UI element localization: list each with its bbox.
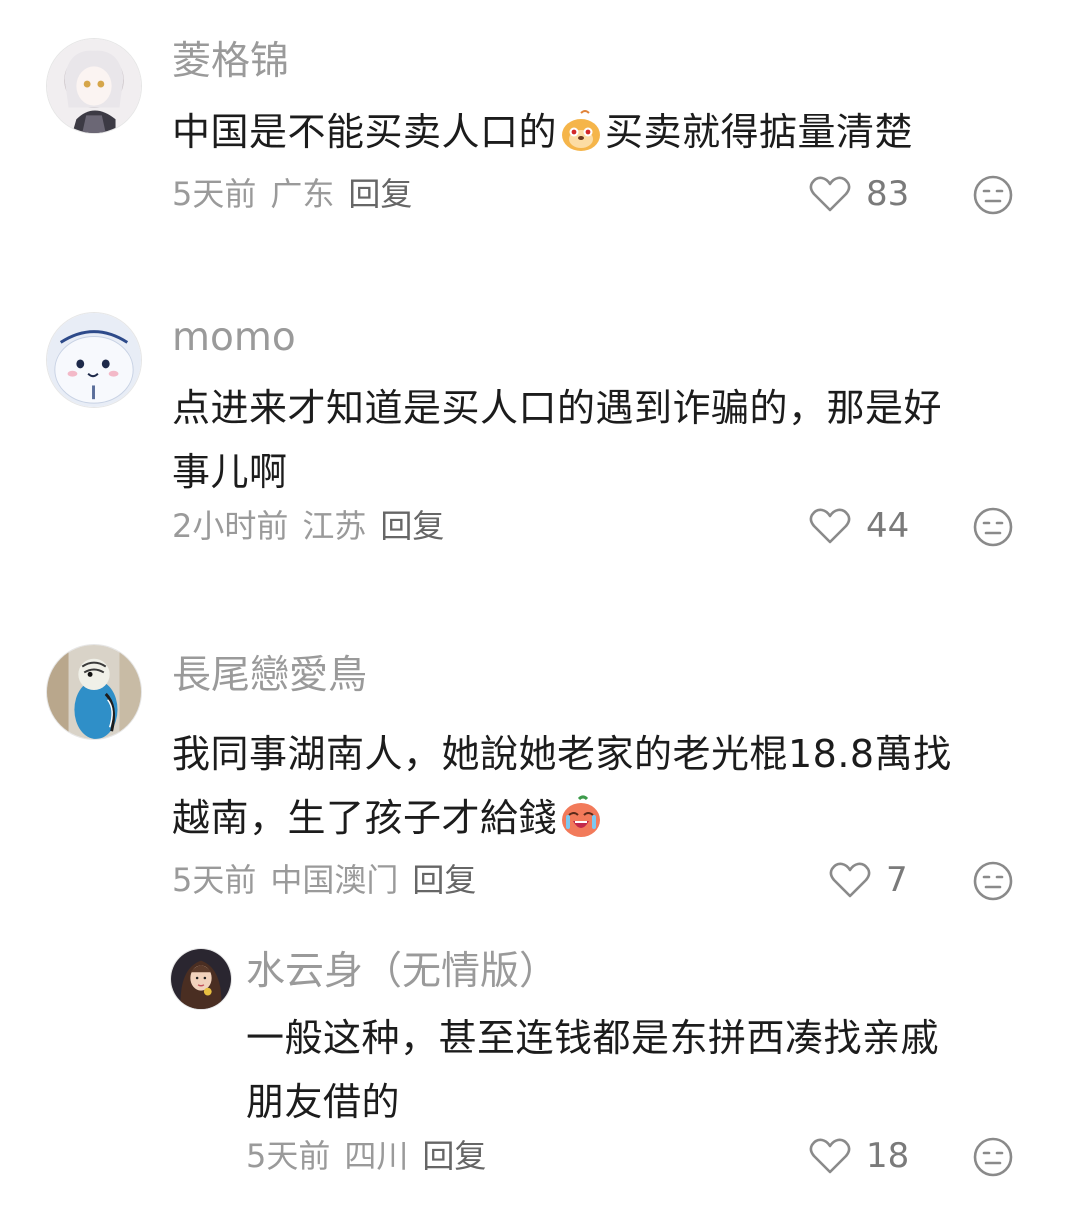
- avatar[interactable]: [46, 644, 142, 740]
- like-count: 44: [866, 506, 910, 546]
- username[interactable]: 菱格锦: [172, 38, 289, 86]
- heart-icon: [809, 1138, 851, 1174]
- reply-text-line: 朋友借的: [246, 1080, 401, 1124]
- comment-location: 江苏: [302, 507, 367, 545]
- comment-content: 我同事湖南人，她說她老家的老光棍18.8萬找 越南，生了孩子才給錢: [172, 722, 1052, 850]
- reply-button[interactable]: 回复: [422, 1137, 486, 1175]
- like-button[interactable]: 18: [808, 1132, 909, 1180]
- reply-time: 5天前: [246, 1137, 331, 1175]
- comment-time: 5天前: [172, 175, 257, 213]
- username[interactable]: 長尾戀愛鳥: [172, 652, 367, 700]
- dislike-button[interactable]: [972, 860, 1014, 902]
- comment-text: 中国是不能买卖人口的: [172, 110, 558, 154]
- woman-portrait-avatar-icon: [171, 949, 231, 1009]
- comment-text: 越南，生了孩子才給錢: [172, 796, 558, 840]
- reply-meta: 5天前 四川 回复: [246, 1136, 500, 1176]
- comment-text-line: 事儿啊: [172, 450, 288, 494]
- comment-text-continued: 买卖就得掂量清楚: [605, 110, 914, 154]
- comment-text-line: 点进来才知道是买人口的遇到诈骗的，那是好: [172, 386, 943, 430]
- avatar[interactable]: [46, 38, 142, 134]
- heart-icon: [809, 176, 851, 212]
- dislike-face-icon: [973, 507, 1013, 547]
- dislike-face-icon: [973, 175, 1013, 215]
- white-cartoon-avatar-icon: [47, 313, 141, 407]
- dislike-button[interactable]: [972, 506, 1014, 548]
- like-button[interactable]: 7: [828, 856, 908, 904]
- comment-text-line: 我同事湖南人，她說她老家的老光棍18.8萬找: [172, 732, 952, 776]
- like-button[interactable]: 83: [808, 170, 909, 218]
- reply-location: 四川: [344, 1137, 409, 1175]
- comment-text-line-2: 越南，生了孩子才給錢: [172, 786, 1052, 850]
- like-button[interactable]: 44: [808, 502, 909, 550]
- like-count: 7: [886, 860, 908, 900]
- dislike-button[interactable]: [972, 174, 1014, 216]
- reply-button[interactable]: 回复: [412, 861, 476, 899]
- budgie-bird-avatar-icon: [47, 645, 141, 739]
- anime-girl-avatar-icon: [47, 39, 141, 133]
- reply-text-line: 一般这种，甚至连钱都是东拼西凑找亲戚: [246, 1016, 940, 1060]
- comment-meta: 2小时前 江苏 回复: [172, 506, 458, 546]
- avatar[interactable]: [170, 948, 232, 1010]
- comment-location: 广东: [270, 175, 335, 213]
- comment-time: 5天前: [172, 861, 257, 899]
- reply-button[interactable]: 回复: [348, 175, 412, 213]
- heart-icon: [809, 508, 851, 544]
- doge-orange-emoji-icon: [562, 110, 601, 151]
- username[interactable]: momo: [172, 314, 296, 362]
- reply-button[interactable]: 回复: [380, 507, 444, 545]
- comment-time: 2小时前: [172, 507, 289, 545]
- dislike-face-icon: [973, 861, 1013, 901]
- like-count: 83: [866, 174, 910, 214]
- reply-content: 一般这种，甚至连钱都是东拼西凑找亲戚 朋友借的: [246, 1006, 1046, 1134]
- comment-meta: 5天前 中国澳门 回复: [172, 860, 490, 900]
- comment-content: 点进来才知道是买人口的遇到诈骗的，那是好 事儿啊: [172, 376, 1052, 504]
- crying-orange-emoji-icon: [562, 795, 601, 837]
- like-count: 18: [866, 1136, 910, 1176]
- comment-location: 中国澳门: [270, 861, 399, 899]
- dislike-button[interactable]: [972, 1136, 1014, 1178]
- username[interactable]: 水云身（无情版）: [246, 948, 558, 996]
- heart-icon: [829, 862, 871, 898]
- comment-meta: 5天前 广东 回复: [172, 174, 426, 214]
- comment-content: 中国是不能买卖人口的 买卖就得掂量清楚: [172, 100, 1032, 164]
- avatar[interactable]: [46, 312, 142, 408]
- dislike-face-icon: [973, 1137, 1013, 1177]
